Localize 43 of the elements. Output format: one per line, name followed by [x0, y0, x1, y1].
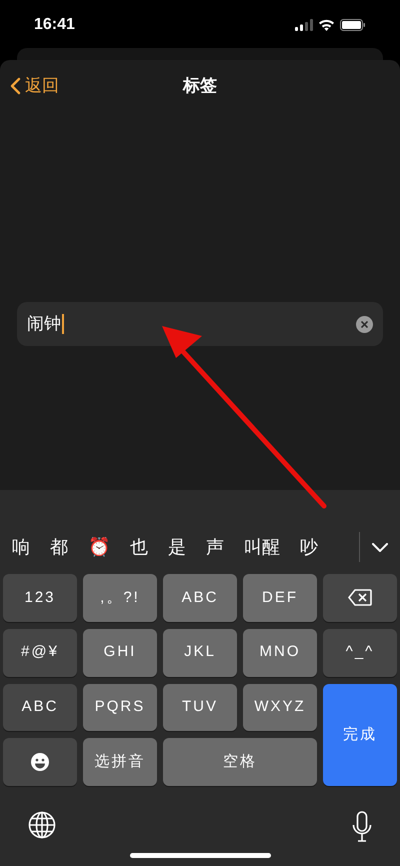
back-button[interactable]: 返回	[10, 73, 59, 99]
key[interactable]: PQRS	[83, 684, 157, 732]
key[interactable]: MNO	[243, 628, 317, 676]
chevron-left-icon	[10, 77, 21, 95]
backspace-icon	[348, 589, 372, 606]
microphone-icon[interactable]	[352, 811, 372, 843]
key[interactable]: TUV	[163, 684, 237, 732]
candidate-word[interactable]: 是	[168, 534, 186, 560]
close-icon	[361, 320, 368, 328]
key[interactable]: GHI	[83, 628, 157, 676]
key[interactable]: 123	[3, 574, 77, 622]
candidate-word[interactable]: 都	[50, 534, 68, 560]
candidate-word[interactable]: 也	[130, 534, 148, 560]
candidate-word[interactable]: 叫醒	[244, 534, 280, 560]
done-key[interactable]: 完成	[323, 684, 397, 786]
globe-icon[interactable]	[28, 811, 56, 839]
candidate-word[interactable]: ⏰	[88, 534, 110, 560]
field-value: 闹钟	[27, 313, 61, 336]
backspace-key[interactable]	[323, 574, 397, 622]
key[interactable]: JKL	[163, 628, 237, 676]
key[interactable]: 选拼音	[83, 738, 157, 786]
wifi-icon	[318, 19, 335, 31]
key[interactable]: WXYZ	[243, 684, 317, 732]
label-field[interactable]: 闹钟	[17, 302, 383, 346]
key[interactable]: ,。?!	[83, 574, 157, 622]
key[interactable]: ABC	[3, 684, 77, 732]
status-time: 16:41	[34, 15, 75, 35]
key[interactable]: ^_^	[323, 628, 397, 676]
candidate-word[interactable]: 响	[12, 534, 30, 560]
text-cursor	[62, 314, 64, 334]
key[interactable]: #@¥	[3, 628, 77, 676]
clear-button[interactable]	[356, 316, 373, 332]
signal-icon	[295, 19, 313, 31]
chevron-down-icon	[372, 542, 388, 552]
page-title: 标签	[183, 75, 217, 98]
emoji-key[interactable]	[3, 738, 77, 786]
key[interactable]: ABC	[163, 574, 237, 622]
candidate-word[interactable]: 吵	[300, 534, 318, 560]
candidate-word[interactable]: 声	[206, 534, 224, 560]
space-key[interactable]: 空格	[163, 738, 317, 786]
smiley-icon	[30, 752, 50, 772]
key[interactable]: DEF	[243, 574, 317, 622]
battery-icon	[340, 19, 366, 31]
